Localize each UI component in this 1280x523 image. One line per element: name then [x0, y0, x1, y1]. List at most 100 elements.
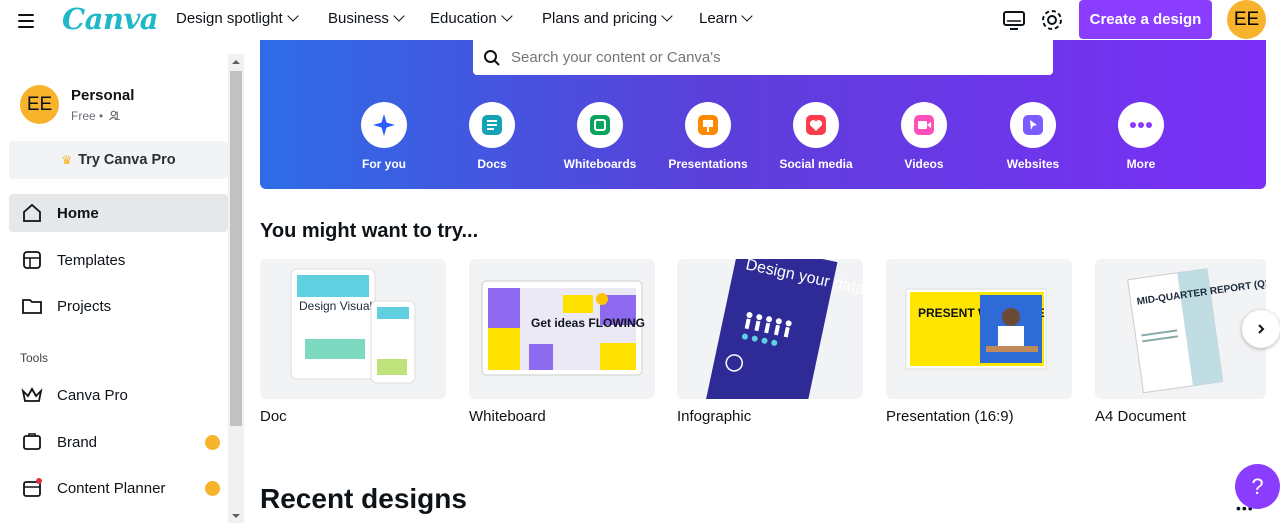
nav-education[interactable]: Education	[430, 10, 513, 27]
sidebar-scrollbar[interactable]	[228, 54, 244, 523]
chevron-down-icon	[287, 10, 299, 22]
category-label: Docs	[477, 157, 507, 171]
category-label: Social media	[779, 157, 853, 171]
website-icon	[1010, 102, 1056, 148]
template-card-whiteboard[interactable]: Get ideas FLOWING	[469, 259, 655, 399]
nav-label: Learn	[699, 10, 738, 27]
category-label: More	[1126, 157, 1156, 171]
template-card-label: Infographic	[677, 408, 752, 425]
sidebar-item-home[interactable]: Home	[9, 194, 228, 232]
scroll-up-arrow-icon[interactable]	[232, 60, 240, 64]
brand-icon	[23, 433, 41, 450]
sidebar-item-brand[interactable]: Brand	[9, 423, 228, 461]
sidebar-item-canva-pro[interactable]: Canva Pro	[9, 376, 228, 414]
nav-label: Design spotlight	[176, 10, 283, 27]
sidebar-item-label: Canva Pro	[57, 386, 128, 404]
sidebar-item-label: Templates	[57, 251, 126, 269]
more-icon	[1118, 102, 1164, 148]
template-card-label: A4 Document	[1095, 408, 1186, 425]
category-label: Videos	[904, 157, 944, 171]
category-label: For you	[362, 157, 406, 171]
desktop-app-icon[interactable]	[1001, 7, 1027, 33]
sidebar-item-projects[interactable]: Projects	[9, 287, 228, 325]
sparkle-icon	[361, 102, 407, 148]
nav-learn[interactable]: Learn	[699, 10, 754, 27]
sidebar-item-label: Content Planner	[57, 479, 166, 497]
avatar[interactable]: EE	[20, 85, 59, 124]
carousel-next-button[interactable]	[1242, 310, 1280, 348]
account-name[interactable]: Personal	[71, 87, 134, 104]
templates-icon	[23, 251, 41, 269]
sidebar-item-label: Projects	[57, 297, 112, 315]
presentation-icon	[685, 102, 731, 148]
template-card-doc[interactable]: Design Visual Docs	[260, 259, 446, 399]
sidebar-item-templates[interactable]: Templates	[9, 241, 228, 279]
category-docs[interactable]: Docs	[442, 102, 542, 171]
nav-business[interactable]: Business	[328, 10, 405, 27]
search-input[interactable]	[511, 49, 1011, 66]
template-card-infographic[interactable]: Design your data	[677, 259, 863, 399]
crown-icon: ♛	[61, 153, 73, 167]
calendar-icon	[23, 478, 42, 497]
template-card-presentation[interactable]: PRESENT WITH EASE	[886, 259, 1072, 399]
template-card-label: Presentation (16:9)	[886, 408, 1014, 425]
a4-thumbnail: MID-QUARTER REPORT (Q2)	[1127, 268, 1266, 394]
scrollbar-thumb[interactable]	[230, 71, 242, 426]
search-icon	[484, 49, 500, 66]
category-label: Whiteboards	[563, 157, 637, 171]
infographic-thumbnail: Design your data	[704, 259, 863, 399]
whiteboard-thumb-text: Get ideas FLOWING	[531, 316, 645, 330]
top-navigation-bar: Canva Design spotlight Business Educatio…	[0, 0, 1280, 40]
home-icon	[23, 203, 41, 222]
menu-icon[interactable]	[18, 11, 38, 29]
whiteboard-thumbnail: Get ideas FLOWING	[481, 280, 645, 376]
folder-icon	[22, 299, 42, 314]
template-card-a4-document[interactable]: MID-QUARTER REPORT (Q2)	[1095, 259, 1266, 399]
presentation-thumbnail: PRESENT WITH EASE	[905, 288, 1047, 370]
pro-badge-icon	[205, 481, 220, 496]
help-button[interactable]: ?	[1235, 464, 1280, 509]
search-bar[interactable]	[473, 40, 1053, 75]
nav-design-spotlight[interactable]: Design spotlight	[176, 10, 299, 27]
sidebar-item-label: Brand	[57, 433, 98, 451]
nav-plans-and-pricing[interactable]: Plans and pricing	[542, 10, 673, 27]
video-icon	[901, 102, 947, 148]
recent-designs-title: Recent designs	[260, 483, 467, 514]
category-websites[interactable]: Websites	[983, 102, 1083, 171]
chevron-down-icon	[393, 10, 405, 22]
doc-thumbnail: Design Visual Docs	[290, 268, 416, 384]
hero-banner: For you Docs Whiteboards Presentations S…	[260, 40, 1266, 189]
canva-logo[interactable]: Canva	[62, 2, 159, 36]
avatar[interactable]: EE	[1227, 0, 1266, 39]
category-more[interactable]: More	[1091, 102, 1191, 171]
category-label: Websites	[1006, 157, 1060, 171]
sidebar-item-content-planner[interactable]: Content Planner	[9, 469, 228, 507]
try-canva-pro-button[interactable]: ♛ Try Canva Pro	[9, 141, 228, 179]
chevron-right-icon	[1258, 324, 1265, 334]
try-pro-label: Try Canva Pro	[78, 152, 176, 168]
crown-icon	[21, 387, 43, 402]
gear-icon[interactable]	[1039, 7, 1065, 33]
category-videos[interactable]: Videos	[874, 102, 974, 171]
chevron-down-icon	[661, 10, 673, 22]
chevron-down-icon	[741, 10, 754, 22]
template-card-label: Doc	[260, 408, 287, 425]
create-design-button[interactable]: Create a design	[1079, 0, 1212, 39]
section-title: You might want to try...	[260, 220, 479, 242]
heart-icon	[793, 102, 839, 148]
pro-badge-icon	[205, 435, 220, 450]
tools-section-label: Tools	[20, 351, 49, 365]
category-whiteboards[interactable]: Whiteboards	[550, 102, 650, 171]
nav-label: Business	[328, 10, 389, 27]
chevron-down-icon	[501, 10, 513, 22]
sidebar: EE Personal Free • 1 ♛ Try Canva Pro Hom…	[0, 54, 228, 523]
category-social-media[interactable]: Social media	[766, 102, 866, 171]
sidebar-item-label: Home	[57, 204, 99, 222]
scroll-down-arrow-icon[interactable]	[232, 514, 240, 518]
category-presentations[interactable]: Presentations	[658, 102, 758, 171]
doc-icon	[469, 102, 515, 148]
category-for-you[interactable]: For you	[334, 102, 434, 171]
category-label: Presentations	[668, 157, 748, 171]
whiteboard-icon	[577, 102, 623, 148]
person-icon	[109, 110, 118, 121]
